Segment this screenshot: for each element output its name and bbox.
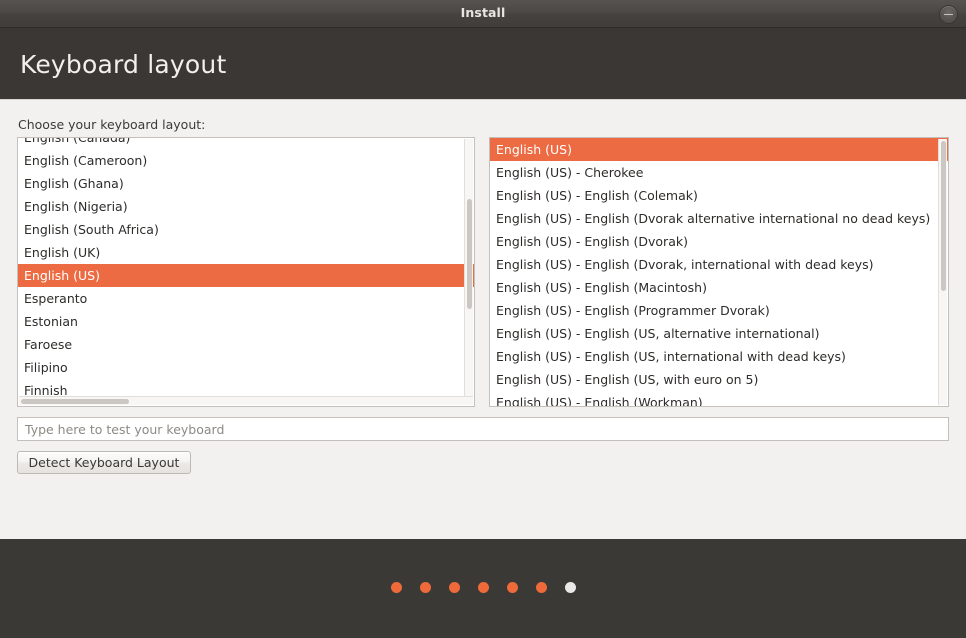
- list-item[interactable]: English (US) - English (Workman): [490, 391, 948, 406]
- main-content: Choose your keyboard layout: English (Ca…: [0, 99, 966, 619]
- detect-keyboard-layout-button[interactable]: Detect Keyboard Layout: [17, 451, 191, 474]
- list-item[interactable]: English (US): [490, 138, 948, 161]
- list-item[interactable]: English (Nigeria): [18, 195, 474, 218]
- title-bar: Install: [0, 0, 966, 28]
- list-item[interactable]: English (UK): [18, 241, 474, 264]
- variant-list-vertical-scrollbar[interactable]: [938, 139, 947, 405]
- step-indicator: [0, 582, 966, 593]
- step-dot: [535, 582, 547, 593]
- list-item[interactable]: English (US) - English (US, with euro on…: [490, 368, 948, 391]
- list-item[interactable]: English (US) - English (US, internationa…: [490, 345, 948, 368]
- variant-list-scroll[interactable]: English (US) English (US) - Cherokee Engli…: [490, 138, 948, 406]
- list-item[interactable]: Faroese: [18, 333, 474, 356]
- list-item[interactable]: English (US) - English (Macintosh): [490, 276, 948, 299]
- list-item[interactable]: English (Ghana): [18, 172, 474, 195]
- list-item[interactable]: Filipino: [18, 356, 474, 379]
- language-list-pane[interactable]: English (Canada)English (Cameroon)Englis…: [17, 137, 475, 407]
- list-item[interactable]: English (US) - English (US, alternative …: [490, 322, 948, 345]
- list-item[interactable]: English (US): [18, 264, 474, 287]
- step-dot: [448, 582, 460, 593]
- step-dot: [564, 582, 576, 593]
- scrollbar-thumb[interactable]: [21, 399, 129, 404]
- step-dot: [477, 582, 489, 593]
- step-dot: [506, 582, 518, 593]
- keyboard-test-input[interactable]: [17, 417, 949, 441]
- variant-list-pane[interactable]: English (US) English (US) - Cherokee Engli…: [489, 137, 949, 407]
- variant-list: English (US) English (US) - Cherokee Engli…: [490, 138, 948, 406]
- step-dot: [419, 582, 431, 593]
- list-item[interactable]: English (US) - English (Programmer Dvora…: [490, 299, 948, 322]
- slideshow-footer: [0, 539, 966, 638]
- layout-selection-area: English (Canada)English (Cameroon)Englis…: [0, 137, 966, 409]
- language-list-scroll[interactable]: English (Canada)English (Cameroon)Englis…: [18, 138, 474, 406]
- list-item[interactable]: English (South Africa): [18, 218, 474, 241]
- list-item[interactable]: English (US) - English (Dvorak): [490, 230, 948, 253]
- language-list: English (Canada)English (Cameroon)Englis…: [18, 138, 474, 402]
- scrollbar-thumb[interactable]: [467, 199, 472, 309]
- language-list-horizontal-scrollbar[interactable]: [19, 396, 473, 405]
- step-dot: [390, 582, 402, 593]
- minimize-icon[interactable]: [939, 5, 958, 24]
- list-item[interactable]: English (Canada): [18, 138, 474, 149]
- window-title: Install: [460, 5, 506, 20]
- list-item[interactable]: Estonian: [18, 310, 474, 333]
- list-item[interactable]: English (Cameroon): [18, 149, 474, 172]
- installer-window: Install Keyboard layout Choose your keyb…: [0, 0, 966, 638]
- list-item[interactable]: English (US) - English (Colemak): [490, 184, 948, 207]
- page-title: Keyboard layout: [20, 50, 227, 79]
- list-item[interactable]: English (US) - English (Dvorak, internat…: [490, 253, 948, 276]
- list-item[interactable]: English (US) - Cherokee: [490, 161, 948, 184]
- choose-layout-label: Choose your keyboard layout:: [18, 117, 206, 132]
- language-list-vertical-scrollbar[interactable]: [464, 139, 473, 405]
- list-item[interactable]: Esperanto: [18, 287, 474, 310]
- scrollbar-thumb[interactable]: [941, 141, 946, 291]
- list-item[interactable]: English (US) - English (Dvorak alternati…: [490, 207, 948, 230]
- page-header: Keyboard layout: [0, 28, 966, 99]
